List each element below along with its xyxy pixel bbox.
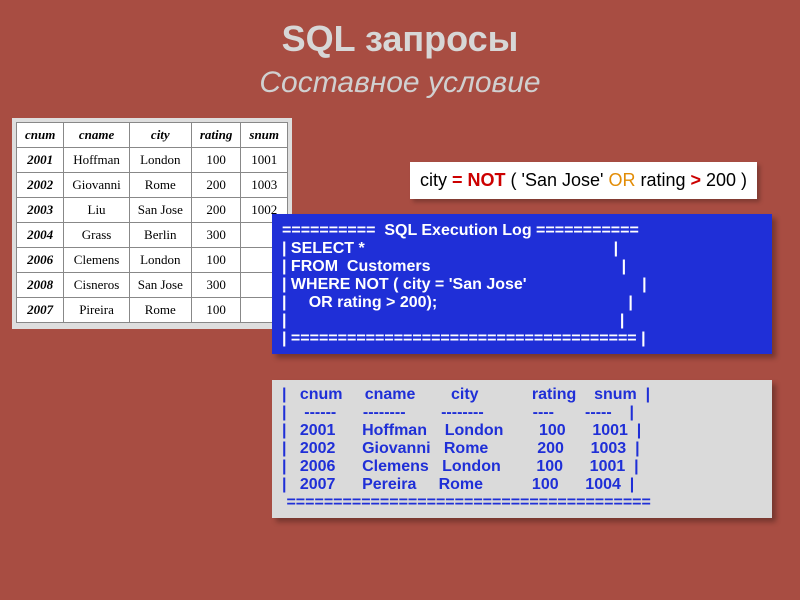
cell: Clemens xyxy=(64,248,129,273)
title-text: SQL запросы xyxy=(282,18,519,59)
log-line-1: ========== SQL Execution Log =========== xyxy=(282,222,639,239)
log-line-3: | FROM Customers | xyxy=(282,258,626,275)
cell: Liu xyxy=(64,198,129,223)
cell: San Jose xyxy=(129,198,191,223)
expr-200: 200 ) xyxy=(701,170,747,190)
cell: Giovanni xyxy=(64,173,129,198)
cell: 100 xyxy=(191,248,241,273)
cell: London xyxy=(129,248,191,273)
log-line-2: | SELECT * | xyxy=(282,240,618,257)
cell: 100 xyxy=(191,148,241,173)
customers-table-wrap: cnumcnamecityratingsnum 2001HoffmanLondo… xyxy=(12,118,292,329)
res-line-2: | ------ -------- -------- ---- ----- | xyxy=(282,404,634,421)
cell: 300 xyxy=(191,223,241,248)
result-panel: | cnum cname city rating snum | | ------… xyxy=(272,380,772,518)
log-line-5: | OR rating > 200); | xyxy=(282,294,633,311)
log-line-4: | WHERE NOT ( city = 'San Jose' | xyxy=(282,276,647,293)
col-rating: rating xyxy=(191,123,241,148)
expr-city: city xyxy=(420,170,452,190)
cell: Rome xyxy=(129,298,191,323)
subtitle-text: Составное условие xyxy=(259,66,540,99)
cell: 2006 xyxy=(17,248,64,273)
col-snum: snum xyxy=(241,123,288,148)
table-row: 2003LiuSan Jose2001002 xyxy=(17,198,288,223)
cell: 2001 xyxy=(17,148,64,173)
col-cnum: cnum xyxy=(17,123,64,148)
expr-not: NOT xyxy=(468,170,506,190)
slide-title: SQL запросы Составное условие xyxy=(0,0,800,101)
expr-rating: rating xyxy=(635,170,690,190)
cell: 300 xyxy=(191,273,241,298)
cell: 1001 xyxy=(241,148,288,173)
res-line-1: | cnum cname city rating snum | xyxy=(282,386,650,403)
cell: 1003 xyxy=(241,173,288,198)
res-line-7: ======================================= xyxy=(282,494,651,511)
customers-table: cnumcnamecityratingsnum 2001HoffmanLondo… xyxy=(16,122,288,323)
cell: San Jose xyxy=(129,273,191,298)
cell: 2007 xyxy=(17,298,64,323)
cell: Pireira xyxy=(64,298,129,323)
cell: 2002 xyxy=(17,173,64,198)
log-line-6: | | xyxy=(282,312,624,329)
cell: Cisneros xyxy=(64,273,129,298)
cell: 2004 xyxy=(17,223,64,248)
res-line-6: | 2007 Pereira Rome 100 1004 | xyxy=(282,476,634,493)
log-line-7: | ===================================== … xyxy=(282,330,646,347)
table-row: 2008CisnerosSan Jose300 xyxy=(17,273,288,298)
cell: London xyxy=(129,148,191,173)
cell: Grass xyxy=(64,223,129,248)
expr-sanjose: ( 'San Jose' xyxy=(506,170,609,190)
res-line-5: | 2006 Clemens London 100 1001 | xyxy=(282,458,639,475)
where-expression: city = NOT ( 'San Jose' OR rating > 200 … xyxy=(410,162,757,199)
cell: Rome xyxy=(129,173,191,198)
expr-gt: > xyxy=(690,170,701,190)
col-city: city xyxy=(129,123,191,148)
table-row: 2001HoffmanLondon1001001 xyxy=(17,148,288,173)
res-line-3: | 2001 Hoffman London 100 1001 | xyxy=(282,422,641,439)
cell: 2003 xyxy=(17,198,64,223)
res-line-4: | 2002 Giovanni Rome 200 1003 | xyxy=(282,440,640,457)
cell: 200 xyxy=(191,173,241,198)
cell: Hoffman xyxy=(64,148,129,173)
table-row: 2007PireiraRome100 xyxy=(17,298,288,323)
cell: 200 xyxy=(191,198,241,223)
cell: 100 xyxy=(191,298,241,323)
cell: 2008 xyxy=(17,273,64,298)
sql-log-panel: ========== SQL Execution Log ===========… xyxy=(272,214,772,354)
expr-or: OR xyxy=(608,170,635,190)
table-row: 2006ClemensLondon100 xyxy=(17,248,288,273)
cell: Berlin xyxy=(129,223,191,248)
expr-eq: = xyxy=(452,170,468,190)
table-row: 2004GrassBerlin300 xyxy=(17,223,288,248)
col-cname: cname xyxy=(64,123,129,148)
table-row: 2002GiovanniRome2001003 xyxy=(17,173,288,198)
